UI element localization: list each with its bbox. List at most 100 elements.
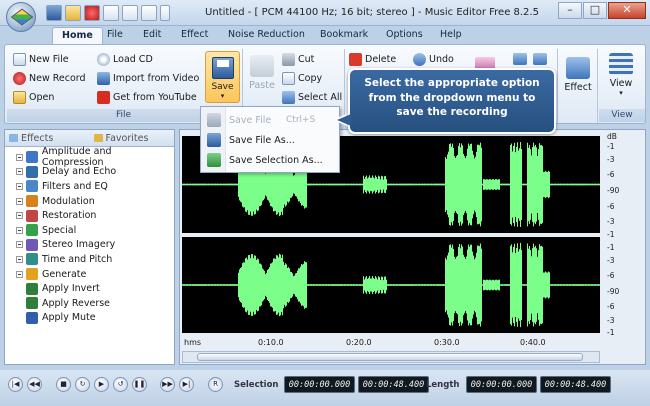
expand-icon[interactable]: [16, 212, 23, 220]
qat-save-icon[interactable]: [46, 5, 62, 21]
ribbon-separator: [557, 49, 558, 123]
undo-button[interactable]: Undo: [413, 53, 454, 66]
play-icon[interactable]: ▶: [94, 377, 109, 392]
cut-button[interactable]: Cut: [282, 53, 314, 66]
effects-tree-item[interactable]: Special: [5, 223, 174, 238]
expand-icon[interactable]: [16, 241, 23, 249]
expand-icon[interactable]: [16, 255, 23, 263]
time-tick-label: 0:20.0: [346, 338, 372, 347]
tab-bookmark[interactable]: Bookmark: [320, 29, 368, 40]
effects-tree-item[interactable]: Apply Mute: [5, 311, 174, 326]
expand-icon[interactable]: [16, 182, 23, 190]
import-video-button[interactable]: Import from Video: [97, 72, 199, 85]
invert-icon: [26, 282, 38, 295]
load-cd-button[interactable]: Load CD: [97, 53, 153, 66]
effects-tree-item[interactable]: Delay and Echo: [5, 165, 174, 180]
effect-button[interactable]: Effect: [562, 55, 594, 93]
db-tick-label: -1: [607, 230, 615, 239]
effects-tree-item[interactable]: Amplitude and Compression: [5, 146, 174, 168]
maximize-button[interactable]: □: [583, 2, 607, 19]
open-button[interactable]: Open: [13, 91, 54, 104]
new-file-button[interactable]: New File: [13, 53, 69, 66]
copy-button[interactable]: Copy: [282, 72, 322, 85]
amplitude-icon: [25, 151, 38, 164]
record-button-icon[interactable]: R: [208, 377, 223, 392]
save-button[interactable]: Save ▾: [205, 51, 240, 103]
tab-effect[interactable]: Effect: [181, 29, 208, 40]
delete-button[interactable]: Delete: [349, 53, 396, 66]
selection-end-field[interactable]: 00:00:48.400: [358, 376, 429, 393]
expand-icon[interactable]: [16, 197, 23, 205]
minimize-button[interactable]: –: [558, 2, 582, 19]
effects-tree-label: Modulation: [42, 195, 95, 207]
effects-tree-label: Generate: [42, 268, 87, 280]
effects-tree-label: Special: [42, 224, 77, 236]
qat-stop-icon[interactable]: [141, 5, 157, 21]
loop-icon[interactable]: ↻: [75, 377, 90, 392]
time-tick-label: hms: [184, 338, 202, 347]
tab-file[interactable]: File: [107, 29, 123, 40]
db-scale: dB -1 -3 -6 -90 -6 -3 -1 -1 -3 -6 -90 -6 -3 -1: [601, 130, 645, 337]
horizontal-scrollbar[interactable]: [182, 351, 600, 363]
pause-icon[interactable]: ❚❚: [132, 377, 147, 392]
expand-icon[interactable]: [16, 270, 23, 278]
get-youtube-button[interactable]: Get from YouTube: [97, 91, 197, 104]
qat-dropdown-icon[interactable]: [160, 5, 170, 21]
qat-record-icon[interactable]: [84, 5, 100, 21]
paste-button[interactable]: Paste: [245, 55, 279, 91]
folder-icon: [13, 91, 26, 104]
stop-icon[interactable]: ■: [56, 377, 71, 392]
tab-favorites[interactable]: Favorites: [90, 130, 175, 146]
menu-save-selection-as[interactable]: Save Selection As...: [201, 150, 339, 170]
menu-save-file-as[interactable]: Save File As...: [201, 130, 339, 150]
effects-tree-item[interactable]: Apply Reverse: [5, 296, 174, 311]
menu-save-file[interactable]: Save File Ctrl+S: [201, 110, 339, 130]
effects-tree-item[interactable]: Restoration: [5, 208, 174, 223]
bookmark-icon[interactable]: [513, 53, 527, 65]
qat-open-icon[interactable]: [65, 5, 81, 21]
effects-tree-label: Apply Reverse: [42, 297, 111, 309]
tab-home[interactable]: Home: [52, 27, 103, 44]
play-loop-icon[interactable]: ↺: [113, 377, 128, 392]
expand-icon[interactable]: [16, 168, 23, 176]
length-end-field[interactable]: 00:00:48.400: [540, 376, 611, 393]
qat-undo-icon[interactable]: [103, 5, 119, 21]
effects-tree-item[interactable]: Modulation: [5, 194, 174, 209]
scrollbar-thumb[interactable]: [197, 353, 583, 361]
selection-start-field[interactable]: 00:00:00.000: [284, 376, 355, 393]
db-tick-label: -90: [607, 186, 620, 195]
marker-icon[interactable]: [533, 53, 547, 65]
generate-icon: [26, 268, 38, 281]
db-tick-label: -6: [607, 271, 615, 280]
effects-tree-item[interactable]: Apply Invert: [5, 281, 174, 296]
scissors-icon: [282, 53, 295, 66]
length-start-field[interactable]: 00:00:00.000: [466, 376, 537, 393]
expand-icon[interactable]: [16, 153, 23, 161]
tab-noise-reduction[interactable]: Noise Reduction: [228, 29, 305, 40]
time-tick-label: 0:10.0: [258, 338, 284, 347]
effects-tree-item[interactable]: Generate: [5, 267, 174, 282]
effects-tree-item[interactable]: Time and Pitch: [5, 252, 174, 267]
fast-forward-icon[interactable]: ▶▶: [160, 377, 175, 392]
tab-help[interactable]: Help: [440, 29, 462, 40]
filter-icon: [26, 180, 38, 193]
close-button[interactable]: ✕: [608, 2, 646, 19]
go-end-icon[interactable]: ▶|: [179, 377, 194, 392]
qat-redo-icon[interactable]: [122, 5, 138, 21]
time-axis: hms 0:10.0 0:20.0 0:30.0 0:40.0: [182, 335, 600, 349]
db-tick-label: -3: [607, 217, 615, 226]
select-all-button[interactable]: Select All: [282, 91, 342, 104]
view-button[interactable]: View ▾: [603, 53, 639, 97]
new-record-button[interactable]: New Record: [13, 72, 86, 85]
tab-options[interactable]: Options: [386, 29, 423, 40]
app-menu-button[interactable]: [6, 2, 36, 32]
tab-effects[interactable]: Effects: [5, 130, 90, 146]
effects-tree-item[interactable]: Filters and EQ: [5, 179, 174, 194]
tab-edit[interactable]: Edit: [143, 29, 161, 40]
go-start-icon[interactable]: |◀: [8, 377, 23, 392]
expand-icon[interactable]: [16, 226, 23, 234]
effects-tree-item[interactable]: Stereo Imagery: [5, 238, 174, 253]
selection-label: Selection: [234, 380, 279, 390]
rewind-icon[interactable]: ◀◀: [27, 377, 42, 392]
